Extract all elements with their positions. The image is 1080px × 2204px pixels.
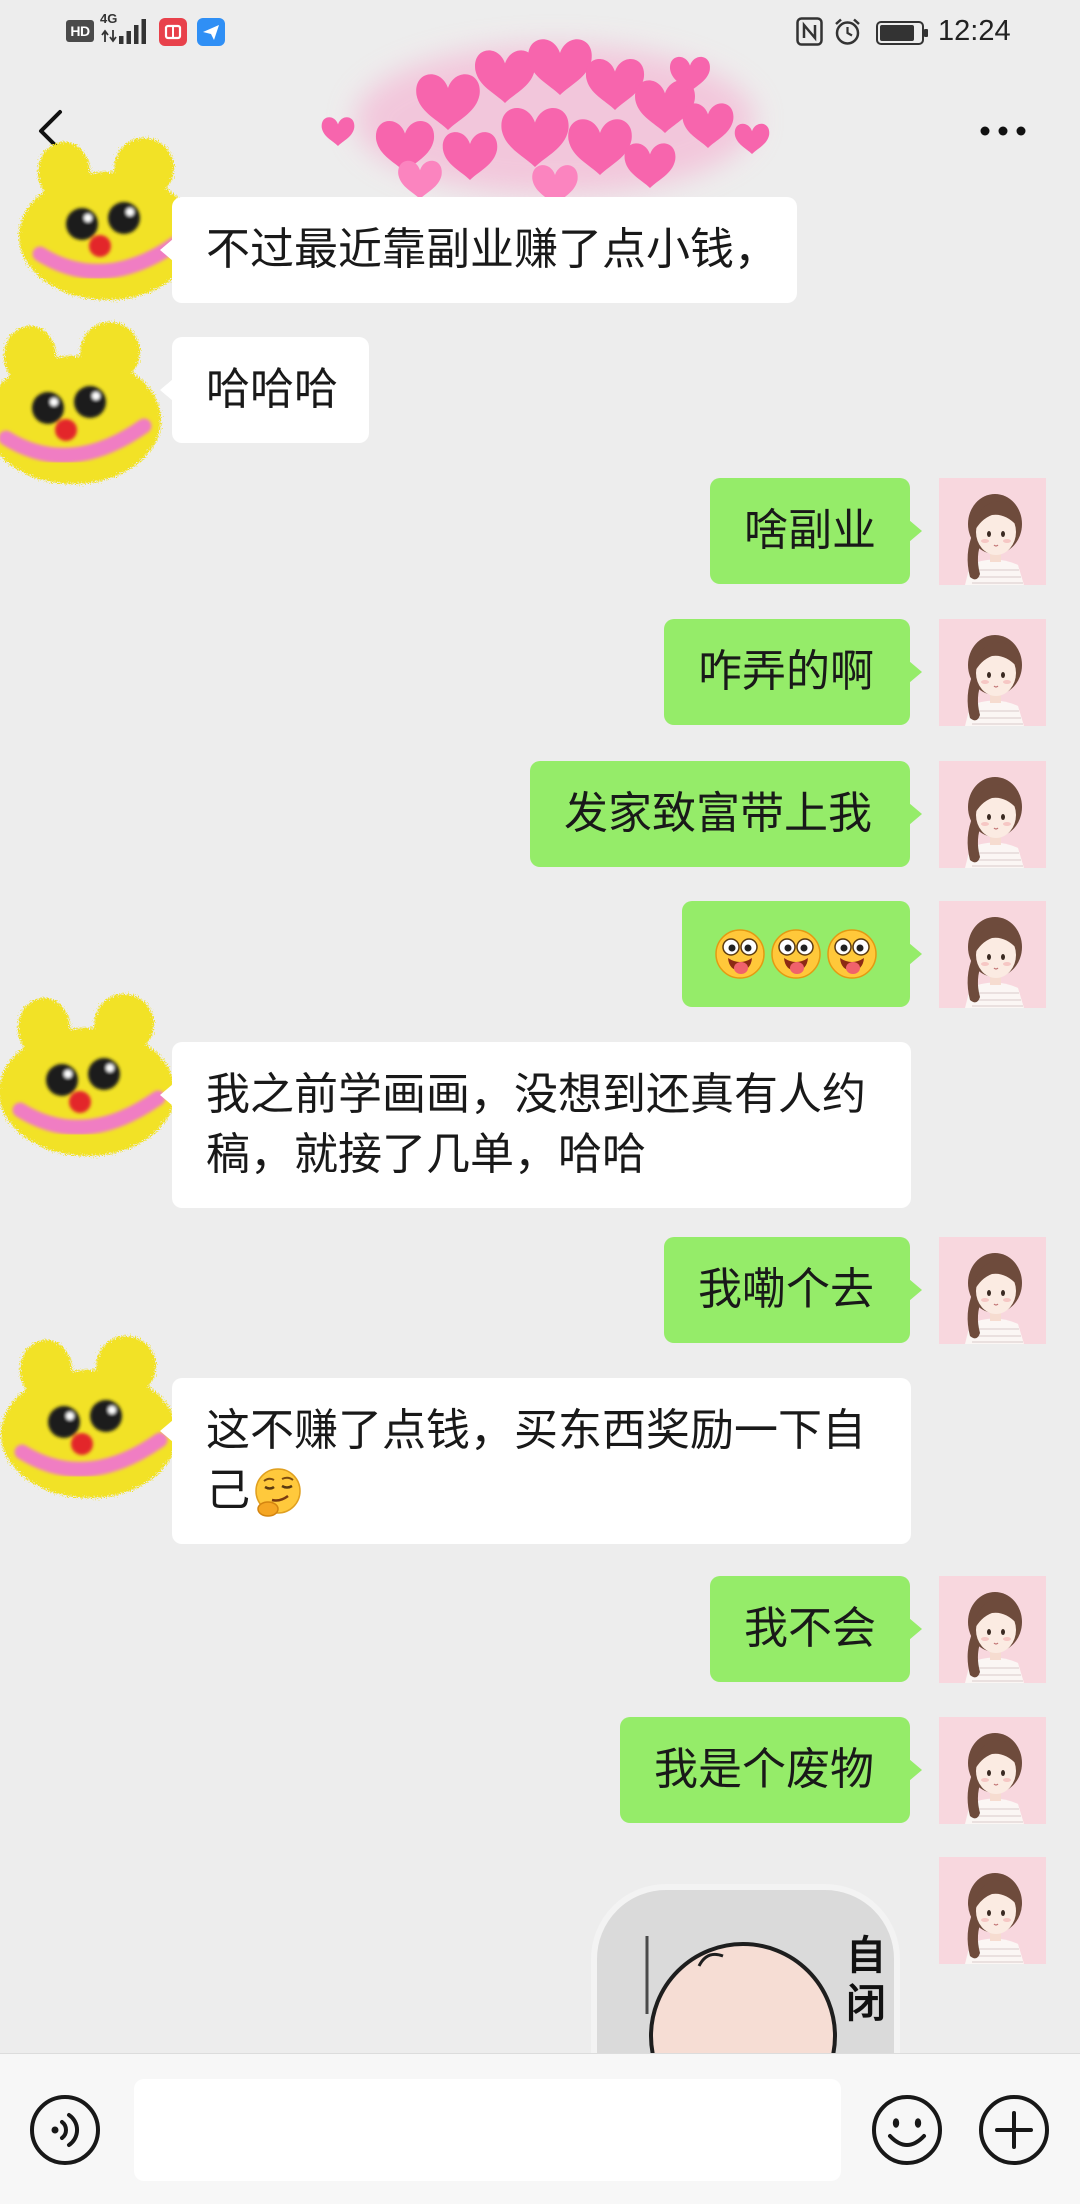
blue-app-icon <box>197 18 225 46</box>
input-bar <box>0 2053 1080 2204</box>
data-arrows-icon <box>101 29 117 43</box>
voice-icon[interactable] <box>27 2092 103 2168</box>
sticker-text: 自 <box>846 1934 886 1978</box>
sent-message-bubble[interactable]: 啥副业 <box>710 478 922 584</box>
my-avatar[interactable] <box>939 478 1046 585</box>
message-text: 啥副业 <box>744 506 876 555</box>
hd-badge: HD <box>66 20 94 42</box>
message-text: 我不会 <box>744 1604 876 1653</box>
message-text: 稿，就接了几单，哈哈 <box>206 1130 646 1179</box>
message-text: 发家致富带上我 <box>564 789 872 838</box>
message-text: 哈哈哈 <box>206 365 338 414</box>
message-text-line: 己 <box>206 1461 879 1521</box>
sent-message-bubble[interactable]: 发家致富带上我 <box>530 761 922 867</box>
contact-avatar[interactable] <box>0 1330 184 1505</box>
tongue-out-emoji-icon <box>770 928 822 980</box>
message-text: 不过最近靠副业赚了点小钱， <box>206 225 778 274</box>
tongue-out-emoji-icon <box>714 928 766 980</box>
my-avatar[interactable] <box>939 901 1046 1008</box>
message-text: 咋弄的啊 <box>698 647 874 696</box>
battery-icon <box>876 21 928 45</box>
message-text: 我之前学画画，没想到还真有人约 <box>206 1070 866 1119</box>
status-time: 12:24 <box>938 15 1011 47</box>
message-text: 我嘞个去 <box>698 1265 874 1314</box>
my-avatar[interactable] <box>939 1576 1046 1683</box>
my-avatar[interactable] <box>939 1717 1046 1824</box>
nfc-icon <box>796 17 823 46</box>
message-text: 己 <box>206 1466 250 1515</box>
alarm-icon <box>835 18 860 45</box>
emoji-row <box>714 928 878 980</box>
contact-avatar[interactable] <box>0 988 182 1163</box>
sent-message-bubble[interactable]: 我不会 <box>710 1576 922 1682</box>
sent-message-bubble[interactable]: 我嘞个去 <box>664 1237 922 1343</box>
message-input[interactable] <box>134 2079 841 2181</box>
sent-message-bubble[interactable]: 我是个废物 <box>620 1717 922 1823</box>
more-icon[interactable] <box>978 124 1028 138</box>
my-avatar[interactable] <box>939 1237 1046 1344</box>
sent-message-bubble[interactable] <box>682 901 922 1007</box>
contact-avatar[interactable] <box>0 316 168 491</box>
my-avatar[interactable] <box>939 1857 1046 1964</box>
message-text: 我是个废物 <box>654 1745 874 1794</box>
plus-icon[interactable] <box>976 2092 1052 2168</box>
emoji-icon[interactable] <box>869 2092 945 2168</box>
network-type: 4G <box>100 11 118 26</box>
tongue-out-emoji-icon <box>826 928 878 980</box>
my-avatar[interactable] <box>939 761 1046 868</box>
red-app-icon <box>159 18 187 46</box>
received-message-bubble[interactable]: 哈哈哈 <box>160 337 369 443</box>
battery-fill <box>880 25 914 41</box>
message-text: 这不赚了点钱，买东西奖励一下自 <box>206 1406 866 1455</box>
received-message-bubble[interactable]: 不过最近靠副业赚了点小钱， <box>160 197 797 303</box>
signal-icon <box>119 19 146 44</box>
smirk-emoji-icon <box>252 1467 304 1519</box>
sticker-text: 闭 <box>846 1982 886 2026</box>
received-message-bubble[interactable]: 这不赚了点钱，买东西奖励一下自 己 <box>160 1378 911 1544</box>
received-message-bubble[interactable]: 我之前学画画，没想到还真有人约 稿，就接了几单，哈哈 <box>160 1042 911 1208</box>
sent-message-bubble[interactable]: 咋弄的啊 <box>664 619 922 725</box>
my-avatar[interactable] <box>939 619 1046 726</box>
